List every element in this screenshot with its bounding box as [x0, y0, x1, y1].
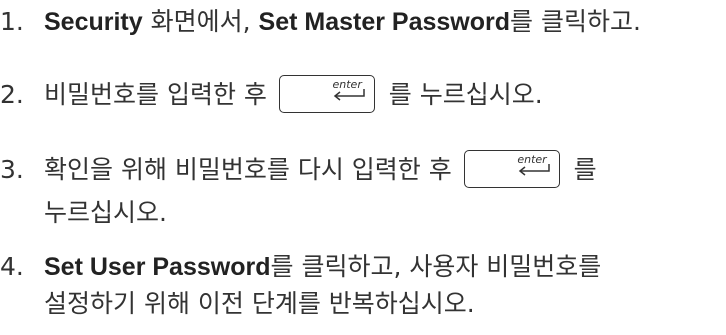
- step-1: 1. Security 화면에서, Set Master Password를 클릭…: [0, 2, 641, 42]
- step-text: 를 클릭하고, 사용자 비밀번호를: [270, 252, 602, 281]
- step-2: 2. 비밀번호를 입력한 후 enter 를 누르십시오.: [0, 75, 543, 115]
- enter-arrow-icon: [333, 89, 365, 101]
- step-text: 화면에서,: [142, 7, 259, 36]
- instruction-list: 1. Security 화면에서, Set Master Password를 클릭…: [0, 0, 726, 335]
- step-text: 를 클릭하고.: [510, 7, 641, 36]
- step-number: 3.: [0, 155, 24, 184]
- enter-key: enter: [463, 150, 560, 188]
- step-3: 3. 확인을 위해 비밀번호를 다시 입력한 후 enter 를: [0, 150, 597, 190]
- step-text: 를 누르십시오.: [380, 80, 543, 109]
- step-4-continuation: 설정하기 위해 이전 단계를 반복하십시오.: [44, 289, 475, 318]
- step-4: 4. Set User Password를 클릭하고, 사용자 비밀번호를: [0, 247, 601, 287]
- step-number: 2.: [0, 80, 24, 109]
- step-number: 4.: [0, 252, 24, 281]
- step-text: 비밀번호를 입력한 후: [44, 80, 275, 109]
- step-text: 확인을 위해 비밀번호를 다시 입력한 후: [44, 155, 460, 184]
- menu-term-set-master-password: Set Master Password: [258, 8, 511, 36]
- enter-key: enter: [278, 75, 375, 113]
- step-3-continuation: 누르십시오.: [44, 198, 167, 227]
- step-text: 를: [565, 155, 597, 184]
- step-number: 1.: [0, 7, 24, 36]
- menu-term-set-user-password: Set User Password: [44, 253, 271, 281]
- menu-term-security: Security: [44, 8, 143, 36]
- enter-arrow-icon: [518, 164, 550, 176]
